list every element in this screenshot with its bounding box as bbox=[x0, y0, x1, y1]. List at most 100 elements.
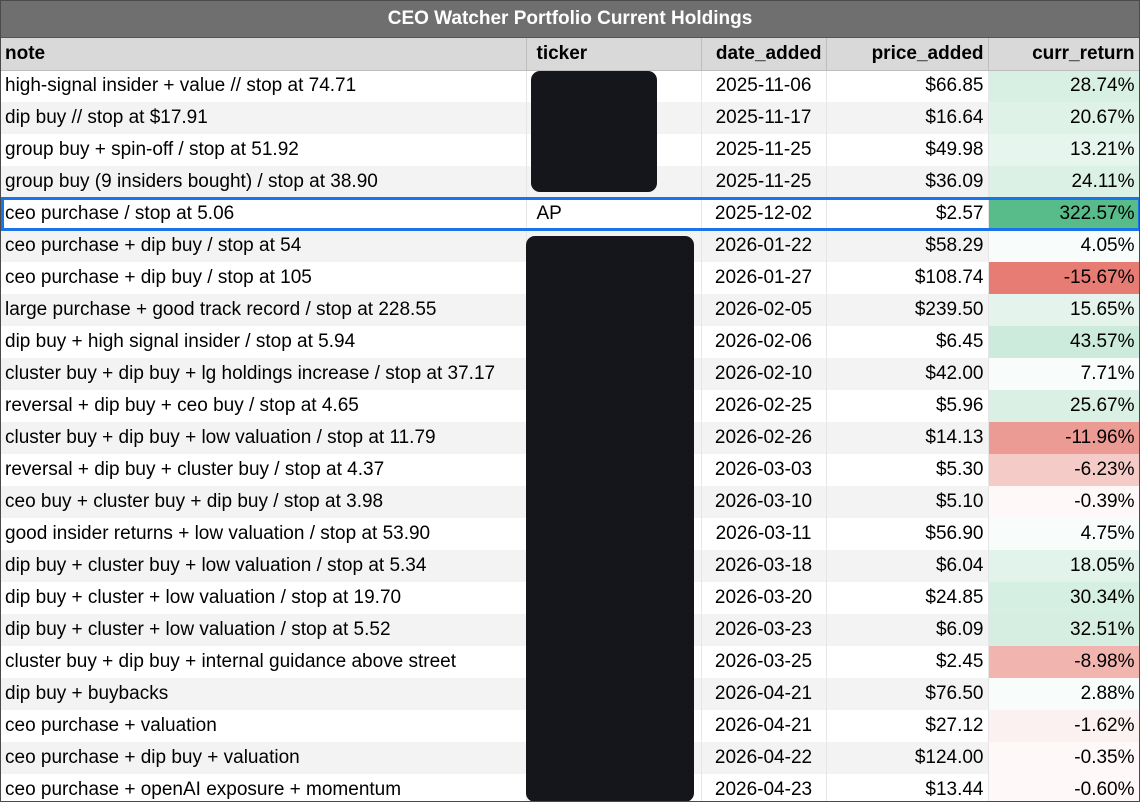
cell-note[interactable]: ceo purchase + dip buy / stop at 54 bbox=[1, 230, 527, 262]
cell-curr-return[interactable]: -0.60% bbox=[988, 774, 1139, 801]
cell-note[interactable]: dip buy // stop at $17.91 bbox=[1, 102, 527, 134]
cell-note[interactable]: dip buy + cluster + low valuation / stop… bbox=[1, 614, 527, 646]
column-header-date-added[interactable]: date_added bbox=[701, 38, 827, 71]
column-header-curr-return[interactable]: curr_return bbox=[988, 38, 1139, 71]
cell-curr-return[interactable]: -8.98% bbox=[988, 646, 1139, 678]
cell-note[interactable]: large purchase + good track record / sto… bbox=[1, 294, 527, 326]
cell-curr-return[interactable]: 4.75% bbox=[988, 518, 1139, 550]
cell-curr-return[interactable]: -15.67% bbox=[988, 262, 1139, 294]
cell-date-added[interactable]: 2026-03-18 bbox=[701, 550, 827, 582]
cell-ticker[interactable]: AP bbox=[526, 198, 702, 230]
cell-note[interactable]: ceo purchase + dip buy / stop at 105 bbox=[1, 262, 527, 294]
cell-curr-return[interactable]: -11.96% bbox=[988, 422, 1139, 454]
cell-note[interactable]: dip buy + cluster buy + low valuation / … bbox=[1, 550, 527, 582]
cell-curr-return[interactable]: 2.88% bbox=[988, 678, 1139, 710]
cell-curr-return[interactable]: 20.67% bbox=[988, 102, 1139, 134]
table-row[interactable]: ceo purchase / stop at 5.06 AP 2025-12-02 $… bbox=[1, 198, 1139, 230]
cell-date-added[interactable]: 2026-03-20 bbox=[701, 582, 827, 614]
cell-price-added[interactable]: $5.30 bbox=[826, 454, 989, 486]
cell-price-added[interactable]: $27.12 bbox=[826, 710, 989, 742]
cell-price-added[interactable]: $6.09 bbox=[826, 614, 989, 646]
cell-note[interactable]: group buy (9 insiders bought) / stop at … bbox=[1, 166, 527, 198]
cell-note[interactable]: ceo purchase + openAI exposure + momentu… bbox=[1, 774, 527, 801]
cell-note[interactable]: group buy + spin-off / stop at 51.92 bbox=[1, 134, 527, 166]
cell-note[interactable]: good insider returns + low valuation / s… bbox=[1, 518, 527, 550]
cell-curr-return[interactable]: 13.21% bbox=[988, 134, 1139, 166]
cell-note[interactable]: reversal + dip buy + ceo buy / stop at 4… bbox=[1, 390, 527, 422]
cell-date-added[interactable]: 2026-04-21 bbox=[701, 710, 827, 742]
cell-date-added[interactable]: 2026-04-21 bbox=[701, 678, 827, 710]
column-header-ticker[interactable]: ticker bbox=[526, 38, 702, 71]
redaction-block-bottom bbox=[526, 236, 694, 801]
cell-curr-return[interactable]: 43.57% bbox=[988, 326, 1139, 358]
cell-curr-return[interactable]: 25.67% bbox=[988, 390, 1139, 422]
column-header-note[interactable]: note bbox=[1, 38, 527, 71]
cell-curr-return[interactable]: 322.57% bbox=[988, 198, 1139, 230]
cell-date-added[interactable]: 2025-12-02 bbox=[701, 198, 827, 230]
cell-note[interactable]: dip buy + high signal insider / stop at … bbox=[1, 326, 527, 358]
cell-curr-return[interactable]: 32.51% bbox=[988, 614, 1139, 646]
cell-price-added[interactable]: $66.85 bbox=[826, 70, 989, 102]
cell-curr-return[interactable]: -6.23% bbox=[988, 454, 1139, 486]
column-header-price-added[interactable]: price_added bbox=[826, 38, 989, 71]
cell-price-added[interactable]: $56.90 bbox=[826, 518, 989, 550]
cell-note[interactable]: ceo purchase / stop at 5.06 bbox=[1, 198, 527, 230]
cell-date-added[interactable]: 2026-02-10 bbox=[701, 358, 827, 390]
cell-price-added[interactable]: $13.44 bbox=[826, 774, 989, 801]
cell-note[interactable]: cluster buy + dip buy + lg holdings incr… bbox=[1, 358, 527, 390]
cell-price-added[interactable]: $5.10 bbox=[826, 486, 989, 518]
cell-curr-return[interactable]: 28.74% bbox=[988, 70, 1139, 102]
cell-curr-return[interactable]: -1.62% bbox=[988, 710, 1139, 742]
cell-curr-return[interactable]: 7.71% bbox=[988, 358, 1139, 390]
cell-note[interactable]: ceo buy + cluster buy + dip buy / stop a… bbox=[1, 486, 527, 518]
cell-price-added[interactable]: $14.13 bbox=[826, 422, 989, 454]
cell-date-added[interactable]: 2026-02-05 bbox=[701, 294, 827, 326]
cell-date-added[interactable]: 2026-03-23 bbox=[701, 614, 827, 646]
cell-price-added[interactable]: $108.74 bbox=[826, 262, 989, 294]
cell-date-added[interactable]: 2026-03-03 bbox=[701, 454, 827, 486]
cell-date-added[interactable]: 2026-03-25 bbox=[701, 646, 827, 678]
cell-date-added[interactable]: 2026-03-11 bbox=[701, 518, 827, 550]
cell-note[interactable]: ceo purchase + valuation bbox=[1, 710, 527, 742]
cell-date-added[interactable]: 2025-11-25 bbox=[701, 134, 827, 166]
cell-note[interactable]: cluster buy + dip buy + internal guidanc… bbox=[1, 646, 527, 678]
cell-price-added[interactable]: $124.00 bbox=[826, 742, 989, 774]
cell-price-added[interactable]: $6.45 bbox=[826, 326, 989, 358]
cell-price-added[interactable]: $58.29 bbox=[826, 230, 989, 262]
cell-date-added[interactable]: 2026-01-27 bbox=[701, 262, 827, 294]
cell-date-added[interactable]: 2026-01-22 bbox=[701, 230, 827, 262]
cell-date-added[interactable]: 2026-04-22 bbox=[701, 742, 827, 774]
cell-curr-return[interactable]: 15.65% bbox=[988, 294, 1139, 326]
cell-price-added[interactable]: $2.57 bbox=[826, 198, 989, 230]
cell-price-added[interactable]: $16.64 bbox=[826, 102, 989, 134]
cell-price-added[interactable]: $2.45 bbox=[826, 646, 989, 678]
cell-curr-return[interactable]: 18.05% bbox=[988, 550, 1139, 582]
cell-date-added[interactable]: 2026-03-10 bbox=[701, 486, 827, 518]
cell-note[interactable]: dip buy + cluster + low valuation / stop… bbox=[1, 582, 527, 614]
cell-price-added[interactable]: $6.04 bbox=[826, 550, 989, 582]
cell-date-added[interactable]: 2025-11-17 bbox=[701, 102, 827, 134]
cell-curr-return[interactable]: -0.35% bbox=[988, 742, 1139, 774]
cell-note[interactable]: cluster buy + dip buy + low valuation / … bbox=[1, 422, 527, 454]
cell-curr-return[interactable]: -0.39% bbox=[988, 486, 1139, 518]
cell-date-added[interactable]: 2026-02-06 bbox=[701, 326, 827, 358]
cell-price-added[interactable]: $239.50 bbox=[826, 294, 989, 326]
cell-note[interactable]: ceo purchase + dip buy + valuation bbox=[1, 742, 527, 774]
cell-date-added[interactable]: 2026-02-26 bbox=[701, 422, 827, 454]
cell-curr-return[interactable]: 4.05% bbox=[988, 230, 1139, 262]
cell-curr-return[interactable]: 24.11% bbox=[988, 166, 1139, 198]
cell-date-added[interactable]: 2026-04-23 bbox=[701, 774, 827, 801]
cell-price-added[interactable]: $42.00 bbox=[826, 358, 989, 390]
cell-price-added[interactable]: $76.50 bbox=[826, 678, 989, 710]
cell-price-added[interactable]: $24.85 bbox=[826, 582, 989, 614]
cell-price-added[interactable]: $36.09 bbox=[826, 166, 989, 198]
cell-note[interactable]: dip buy + buybacks bbox=[1, 678, 527, 710]
cell-date-added[interactable]: 2025-11-06 bbox=[701, 70, 827, 102]
cell-curr-return[interactable]: 30.34% bbox=[988, 582, 1139, 614]
cell-price-added[interactable]: $5.96 bbox=[826, 390, 989, 422]
cell-note[interactable]: high-signal insider + value // stop at 7… bbox=[1, 70, 527, 102]
cell-price-added[interactable]: $49.98 bbox=[826, 134, 989, 166]
cell-note[interactable]: reversal + dip buy + cluster buy / stop … bbox=[1, 454, 527, 486]
cell-date-added[interactable]: 2026-02-25 bbox=[701, 390, 827, 422]
cell-date-added[interactable]: 2025-11-25 bbox=[701, 166, 827, 198]
